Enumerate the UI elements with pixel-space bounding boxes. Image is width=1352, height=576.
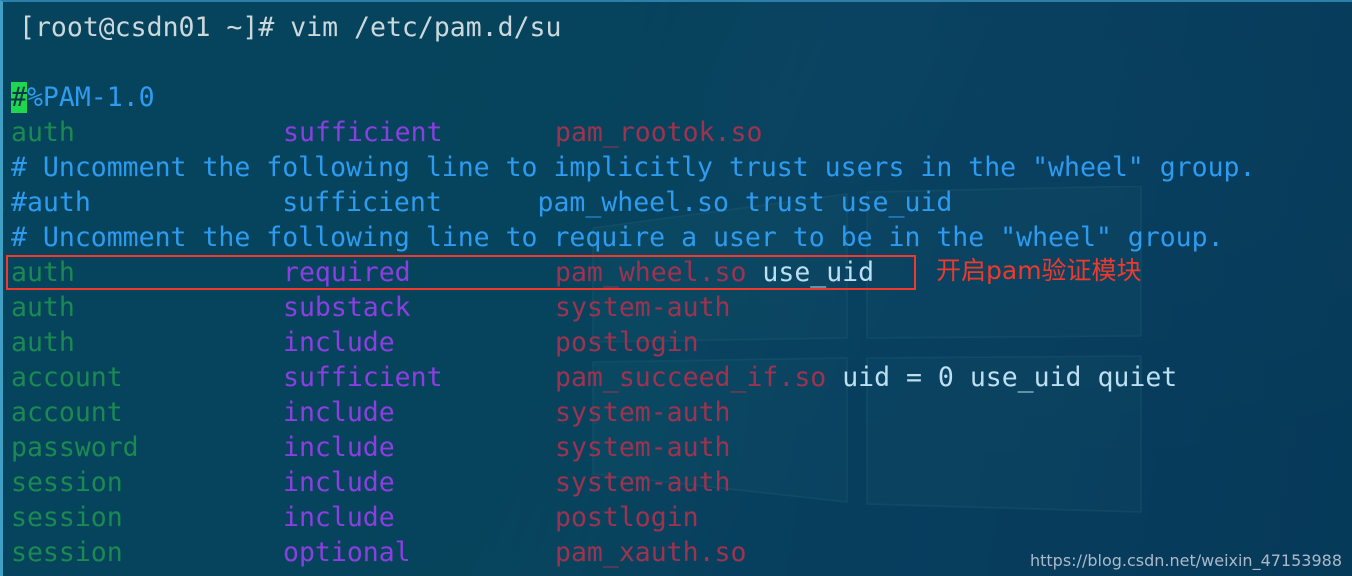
pam-comment-line: # Uncomment the following line to requir… [11,220,1352,255]
pam-rule-line: account sufficient pam_succeed_if.so uid =… [11,360,1352,395]
pam-module-path: system-auth [555,292,731,323]
comment-text: # Uncomment the following line to implic… [11,152,1256,183]
pam-module-path: postlogin [555,327,699,358]
pam-control-flag: sufficient [283,117,443,148]
comment-text: #auth sufficient pam_wheel.so trust use_… [11,187,953,218]
pam-module-type: account [11,397,123,428]
pam-control-flag: substack [283,292,411,323]
pam-control-flag: include [283,432,395,463]
pam-module-args: use_uid [746,257,875,288]
pam-module-path: system-auth [555,467,731,498]
pam-rule-line: auth required pam_wheel.so use_uid [11,255,1352,290]
pam-module-type: auth [11,117,75,148]
pam-config-lines: auth sufficient pam_rootok.so # Uncomment t… [11,115,1352,570]
pam-comment-line: #auth sufficient pam_wheel.so trust use_… [11,185,1352,220]
vim-cursor: # [11,82,27,113]
pam-rule-line: password include system-auth [11,430,1352,465]
terminal-window[interactable]: [root@csdn01 ~]# vim /etc/pam.d/su #%PAM… [0,0,1352,576]
pam-control-flag: include [283,467,395,498]
pam-control-flag: include [283,327,395,358]
pam-module-type: account [11,362,123,393]
pam-module-path: postlogin [555,502,699,533]
pam-control-flag: optional [283,537,411,568]
pam-module-args: uid = 0 use_uid quiet [826,362,1178,393]
pam-rule-line: session optional pam_xauth.so [11,535,1352,570]
pam-module-path: pam_xauth.so [555,537,747,568]
pam-module-path: pam_succeed_if.so [555,362,827,393]
pam-module-path: pam_rootok.so [555,117,763,148]
pam-header-text: %PAM-1.0 [26,82,155,113]
pam-rule-line: account include system-auth [11,395,1352,430]
pam-control-flag: include [283,397,395,428]
pam-rule-line: session include system-auth [11,465,1352,500]
pam-header-line: #%PAM-1.0 [11,80,1352,115]
screen: [root@csdn01 ~]# vim /etc/pam.d/su #%PAM… [0,0,1352,576]
comment-text: # Uncomment the following line to requir… [11,222,1224,253]
pam-module-type: password [11,432,139,463]
pam-control-flag: required [283,257,411,288]
pam-module-type: session [11,467,123,498]
pam-module-type: auth [11,257,75,288]
pam-control-flag: sufficient [283,362,443,393]
pam-comment-line: # Uncomment the following line to implic… [11,150,1352,185]
pam-module-path: system-auth [555,432,731,463]
pam-module-type: session [11,502,123,533]
pam-module-type: auth [11,292,75,323]
pam-rule-line: auth substack system-auth [11,290,1352,325]
shell-prompt-line: [root@csdn01 ~]# vim /etc/pam.d/su [19,12,562,43]
pam-rule-line: auth include postlogin [11,325,1352,360]
pam-module-type: session [11,537,123,568]
terminal-rows: [root@csdn01 ~]# vim /etc/pam.d/su #%PAM… [3,2,1352,570]
pam-module-path: pam_wheel.so [555,257,747,288]
pam-control-flag: include [283,502,395,533]
pam-module-type: auth [11,327,75,358]
pam-rule-line: session include postlogin [11,500,1352,535]
pam-rule-line: auth sufficient pam_rootok.so [11,115,1352,150]
pam-module-path: system-auth [555,397,731,428]
